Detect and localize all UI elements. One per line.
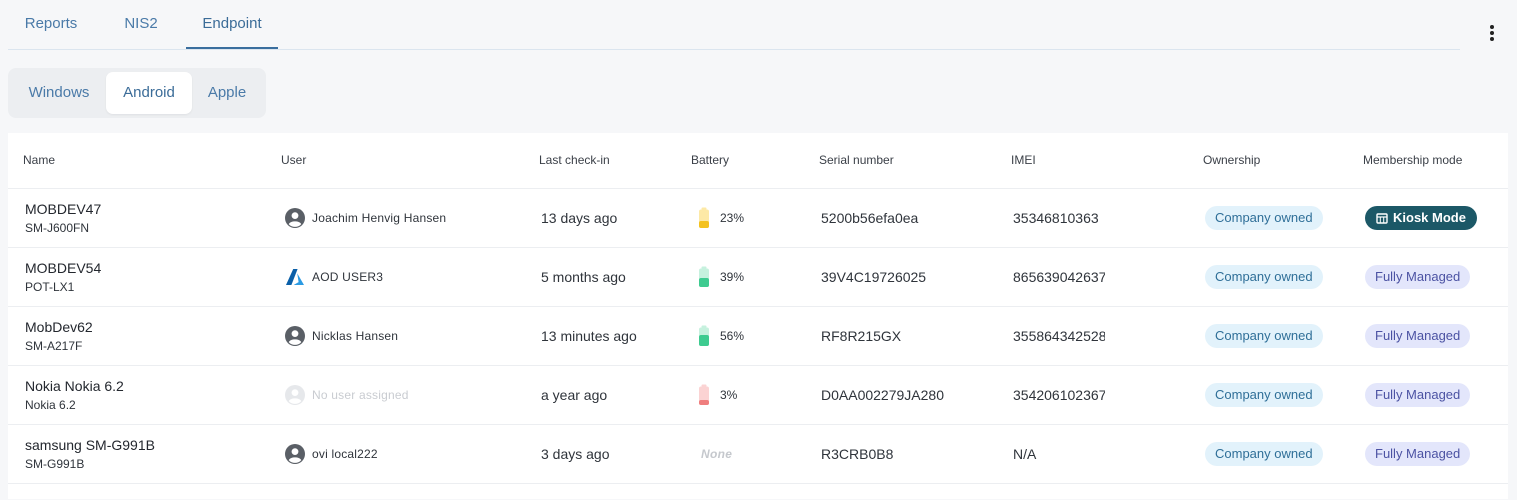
user-name: AOD USER3: [312, 270, 384, 284]
battery-icon: [699, 266, 709, 287]
imei: 865639042637: [1013, 269, 1105, 285]
membership-mode-badge: Fully Managed: [1365, 442, 1471, 466]
column-header-membership-mode[interactable]: Membership mode: [1363, 153, 1462, 167]
device-model: POT-LX1: [25, 280, 75, 294]
tab-nis2[interactable]: NIS2: [106, 0, 176, 48]
serial-number: 5200b56efa0ea: [821, 210, 919, 226]
ownership-badge: Company owned: [1205, 265, 1323, 289]
person-icon: [285, 326, 305, 346]
last-check-in: 3 days ago: [541, 446, 610, 462]
last-check-in: a year ago: [541, 387, 608, 403]
user-cell: No user assigned: [285, 385, 409, 405]
user-cell: Joachim Henvig Hansen: [285, 208, 446, 228]
serial-number: D0AA002279JA280: [821, 387, 944, 403]
table-row-divider: [8, 483, 1508, 500]
last-check-in: 5 months ago: [541, 269, 626, 285]
battery-status: 23%: [698, 207, 744, 229]
membership-mode-badge: Fully Managed: [1365, 324, 1471, 348]
device-model: SM-J600FN: [25, 221, 90, 235]
imei: 354206102367: [1013, 387, 1105, 403]
imei: N/A: [1013, 446, 1037, 462]
device-name: MobDev62: [25, 319, 93, 335]
column-header-battery[interactable]: Battery: [691, 153, 729, 167]
battery-percent: 39%: [720, 270, 745, 284]
user-cell: Nicklas Hansen: [285, 326, 398, 346]
membership-mode-badge: Fully Managed: [1365, 265, 1471, 289]
battery-percent: 56%: [720, 329, 745, 343]
membership-mode-badge: Fully Managed: [1365, 383, 1471, 407]
device-name: MOBDEV54: [25, 260, 102, 276]
user-name: Joachim Henvig Hansen: [312, 211, 447, 225]
last-check-in: 13 days ago: [541, 210, 618, 226]
battery-status: 39%: [698, 266, 744, 288]
column-header-imei[interactable]: IMEI: [1011, 153, 1036, 167]
battery-icon: [699, 384, 709, 405]
serial-number: RF8R215GX: [821, 328, 902, 344]
platform-selector: Windows Android Apple: [8, 68, 266, 118]
imei: 355864342528: [1013, 328, 1105, 344]
azure-icon: [286, 269, 304, 285]
tab-endpoint[interactable]: Endpoint: [186, 0, 278, 49]
device-name: Nokia Nokia 6.2: [25, 378, 124, 394]
tab-reports[interactable]: Reports: [8, 0, 94, 48]
battery-percent: 23%: [720, 211, 745, 225]
battery-percent: 3%: [720, 388, 738, 402]
user-name: ovi local222: [312, 447, 378, 461]
top-tab-bar: Reports NIS2 Endpoint: [8, 0, 1460, 50]
ownership-badge: Company owned: [1205, 442, 1323, 466]
device-name: MOBDEV47: [25, 201, 102, 217]
last-check-in: 13 minutes ago: [541, 328, 637, 344]
column-header-user[interactable]: User: [281, 153, 306, 167]
table-row[interactable]: MOBDEV54 POT-LX1 AOD USER3 5 months ago …: [8, 247, 1508, 307]
battery-status: None: [698, 443, 732, 465]
device-model: SM-G991B: [25, 457, 85, 471]
membership-mode-label: Kiosk Mode: [1393, 210, 1466, 225]
table-row[interactable]: MOBDEV47 SM-J600FN Joachim Henvig Hansen…: [8, 188, 1508, 248]
person-icon: [285, 385, 305, 405]
platform-tab-windows[interactable]: Windows: [12, 72, 106, 114]
battery-status: 56%: [698, 325, 744, 347]
person-icon: [285, 444, 305, 464]
platform-tab-apple[interactable]: Apple: [192, 72, 262, 114]
platform-tab-android[interactable]: Android: [106, 72, 192, 114]
user-cell: ovi local222: [285, 444, 378, 464]
kiosk-icon: [1376, 212, 1388, 224]
ownership-badge: Company owned: [1205, 383, 1323, 407]
battery-icon: [699, 325, 709, 346]
ownership-badge: Company owned: [1205, 206, 1323, 230]
serial-number: R3CRB0B8: [821, 446, 894, 462]
serial-number: 39V4C19726025: [821, 269, 927, 285]
user-name: No user assigned: [312, 388, 409, 402]
table-row[interactable]: samsung SM-G991B SM-G991B ovi local222 3…: [8, 424, 1508, 484]
battery-icon: [699, 207, 709, 228]
column-header-last-check-in[interactable]: Last check-in: [539, 153, 610, 167]
column-header-ownership[interactable]: Ownership: [1203, 153, 1260, 167]
column-header-serial-number[interactable]: Serial number: [819, 153, 894, 167]
device-model: Nokia 6.2: [25, 398, 76, 412]
column-header-name[interactable]: Name: [23, 153, 55, 167]
table-row[interactable]: MobDev62 SM-A217F Nicklas Hansen 13 minu…: [8, 306, 1508, 366]
membership-mode-badge: Kiosk Mode: [1365, 206, 1477, 230]
battery-none: None: [701, 447, 733, 461]
user-cell: AOD USER3: [285, 267, 383, 287]
person-icon: [285, 208, 305, 228]
device-table: Name User Last check-in Battery Serial n…: [8, 133, 1508, 499]
imei: 35346810363: [1013, 210, 1099, 226]
table-row[interactable]: Nokia Nokia 6.2 Nokia 6.2 No user assign…: [8, 365, 1508, 425]
user-name: Nicklas Hansen: [312, 329, 399, 343]
battery-status: 3%: [698, 384, 737, 406]
more-options-icon[interactable]: [1484, 23, 1500, 43]
device-name: samsung SM-G991B: [25, 437, 155, 453]
ownership-badge: Company owned: [1205, 324, 1323, 348]
device-model: SM-A217F: [25, 339, 83, 353]
